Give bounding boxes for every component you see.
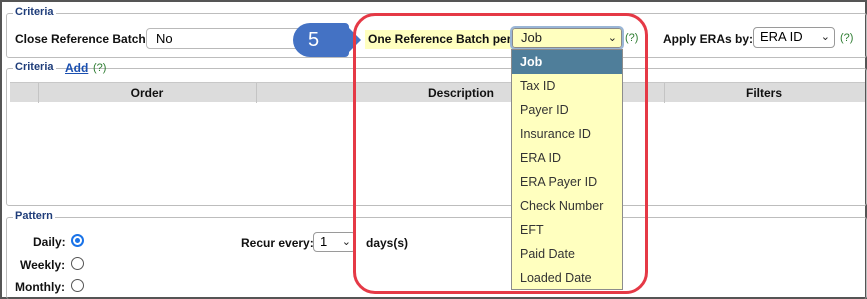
callout-highlight-box [353,13,648,294]
close-reference-batch-value: No [156,31,173,46]
chevron-down-icon: ⌄ [820,31,830,43]
monthly-label: Monthly: [15,280,65,294]
pattern-legend: Pattern [13,210,55,222]
recur-every-label: Recur every: [241,236,314,250]
recur-every-value: 1 [320,234,328,249]
criteria-help-link[interactable]: (?) [93,62,106,74]
apply-eras-label: Apply ERAs by: [663,32,754,46]
recur-every-select[interactable]: 1 ⌄ [313,232,356,252]
add-criteria-link[interactable]: Add [65,61,88,75]
weekly-radio[interactable] [71,257,84,270]
step-number: 5 [308,29,320,51]
step-number-badge: 5 [293,23,361,57]
apply-eras-select[interactable]: ERA ID ⌄ [753,27,835,48]
apply-eras-help-link[interactable]: (?) [840,32,853,44]
close-reference-batch-field[interactable]: No [146,28,316,49]
apply-eras-value: ERA ID [760,29,803,44]
close-reference-batch-label: Close Reference Batch: [15,32,150,46]
chevron-down-icon: ⌄ [341,236,351,248]
weekly-label: Weekly: [20,258,66,272]
column-order[interactable]: Order [38,83,256,103]
daily-radio[interactable] [71,234,84,247]
column-filters[interactable]: Filters [664,83,864,103]
criteria-settings-legend: Criteria [13,6,56,18]
criteria-list-legend: Criteria [13,61,56,73]
daily-label: Daily: [33,235,66,249]
monthly-radio[interactable] [71,279,84,292]
